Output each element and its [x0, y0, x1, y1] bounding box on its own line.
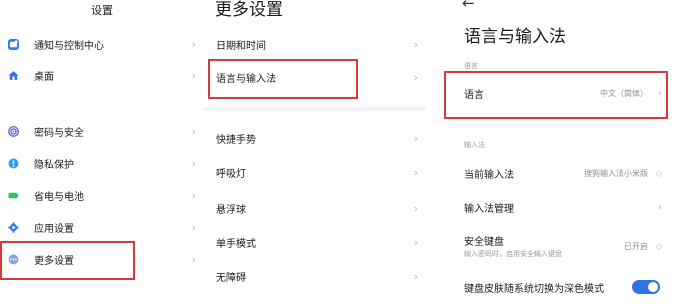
highlight-box — [0, 241, 135, 280]
chevron-right-icon: › — [191, 37, 196, 51]
chevron-right-icon: › — [191, 188, 196, 202]
secure-keyboard-label: 安全键盘 — [464, 237, 504, 248]
secure-keyboard-row[interactable]: 安全键盘 输入密码时，启用安全输入键盘 已开启 ◇ — [426, 231, 674, 261]
settings-item-label: 通知与控制中心 — [34, 40, 104, 52]
chevron-right-icon: › — [413, 70, 418, 84]
more-item-label: 单手模式 — [216, 238, 256, 250]
current-ime-row[interactable]: 当前输入法 搜狗输入法小米版 ◇ — [426, 162, 674, 184]
ime-manage-row[interactable]: 输入法管理 › — [426, 196, 674, 218]
more-item-one-handed[interactable]: 单手模式 › — [204, 231, 426, 253]
battery-icon — [8, 190, 19, 201]
chevron-right-icon: › — [413, 37, 418, 51]
section-divider — [204, 107, 426, 111]
highlight-box — [444, 71, 668, 119]
more-item-label: 快捷手势 — [216, 134, 256, 146]
secure-keyboard-value: 已开启 — [624, 241, 648, 251]
more-item-floating-ball[interactable]: 悬浮球 › — [204, 197, 426, 219]
chevron-right-icon: › — [413, 235, 418, 249]
settings-item-privacy[interactable]: 隐私保护 › — [0, 152, 204, 174]
chevron-right-icon: › — [191, 68, 196, 82]
settings-item-notifications[interactable]: 通知与控制中心 › — [0, 33, 204, 55]
page-title: 设置 — [91, 4, 113, 17]
settings-item-password-security[interactable]: 密码与安全 › — [0, 120, 204, 142]
toggle-knob — [648, 282, 658, 292]
settings-item-label: 桌面 — [34, 71, 54, 83]
gear-icon — [8, 221, 19, 233]
chevron-right-icon: › — [191, 252, 196, 266]
chevron-right-icon: › — [413, 131, 418, 145]
settings-item-battery[interactable]: 省电与电池 › — [0, 184, 204, 206]
more-item-gestures[interactable]: 快捷手势 › — [204, 127, 426, 149]
chevron-right-icon: › — [191, 124, 196, 138]
settings-item-label: 省电与电池 — [34, 191, 84, 203]
section-header-input-method: 输入法 — [464, 141, 485, 149]
dark-keyboard-toggle[interactable] — [632, 280, 660, 294]
more-item-label: 呼吸灯 — [216, 168, 246, 180]
chevron-updown-icon: ◇ — [655, 168, 662, 178]
chevron-right-icon: › — [413, 269, 418, 283]
section-header-language: 语言 — [464, 62, 478, 70]
notification-icon — [8, 38, 19, 50]
more-item-breathing-light[interactable]: 呼吸灯 › — [204, 161, 426, 183]
chevron-updown-icon: ◇ — [655, 241, 662, 251]
more-item-label: 无障碍 — [216, 272, 246, 284]
more-item-label: 日期和时间 — [216, 40, 266, 52]
settings-item-app-settings[interactable]: 应用设置 › — [0, 216, 204, 238]
settings-item-label: 应用设置 — [34, 223, 74, 235]
more-item-date-time[interactable]: 日期和时间 › — [204, 33, 426, 55]
secure-keyboard-subtitle: 输入密码时，启用安全输入键盘 — [464, 250, 562, 258]
page-title: 更多设置 — [215, 0, 283, 20]
dark-keyboard-label: 键盘皮肤随系统切换为深色模式 — [464, 283, 604, 295]
chevron-right-icon: › — [658, 201, 662, 213]
back-arrow-icon[interactable]: ← — [462, 0, 475, 12]
privacy-icon — [8, 158, 19, 169]
more-settings-panel: 更多设置 日期和时间 › 语言与输入法 › 快捷手势 › 呼吸灯 › 悬浮球 ›… — [204, 0, 426, 304]
highlight-box — [208, 59, 358, 99]
page-title: 语言与输入法 — [464, 27, 566, 47]
dark-keyboard-row: 键盘皮肤随系统切换为深色模式 — [426, 276, 674, 298]
settings-item-desktop[interactable]: 桌面 › — [0, 64, 204, 86]
fingerprint-icon — [8, 125, 19, 137]
settings-item-label: 密码与安全 — [34, 127, 84, 139]
ime-manage-label: 输入法管理 — [464, 203, 514, 215]
more-item-accessibility[interactable]: 无障碍 › — [204, 265, 426, 287]
chevron-right-icon: › — [413, 201, 418, 215]
home-icon — [8, 70, 19, 81]
settings-item-label: 隐私保护 — [34, 159, 74, 171]
current-ime-value: 搜狗输入法小米版 — [584, 168, 648, 178]
chevron-right-icon: › — [413, 165, 418, 179]
more-item-label: 悬浮球 — [216, 204, 246, 216]
current-ime-label: 当前输入法 — [464, 169, 514, 181]
chevron-right-icon: › — [191, 156, 196, 170]
language-input-panel: ← 语言与输入法 语言 语言 中文（简体） › 输入法 当前输入法 搜狗输入法小… — [426, 0, 674, 304]
settings-panel: 设置 通知与控制中心 › 桌面 › 密码与安全 › 隐私保护 › 省电与电池 › — [0, 0, 204, 304]
chevron-right-icon: › — [191, 220, 196, 234]
